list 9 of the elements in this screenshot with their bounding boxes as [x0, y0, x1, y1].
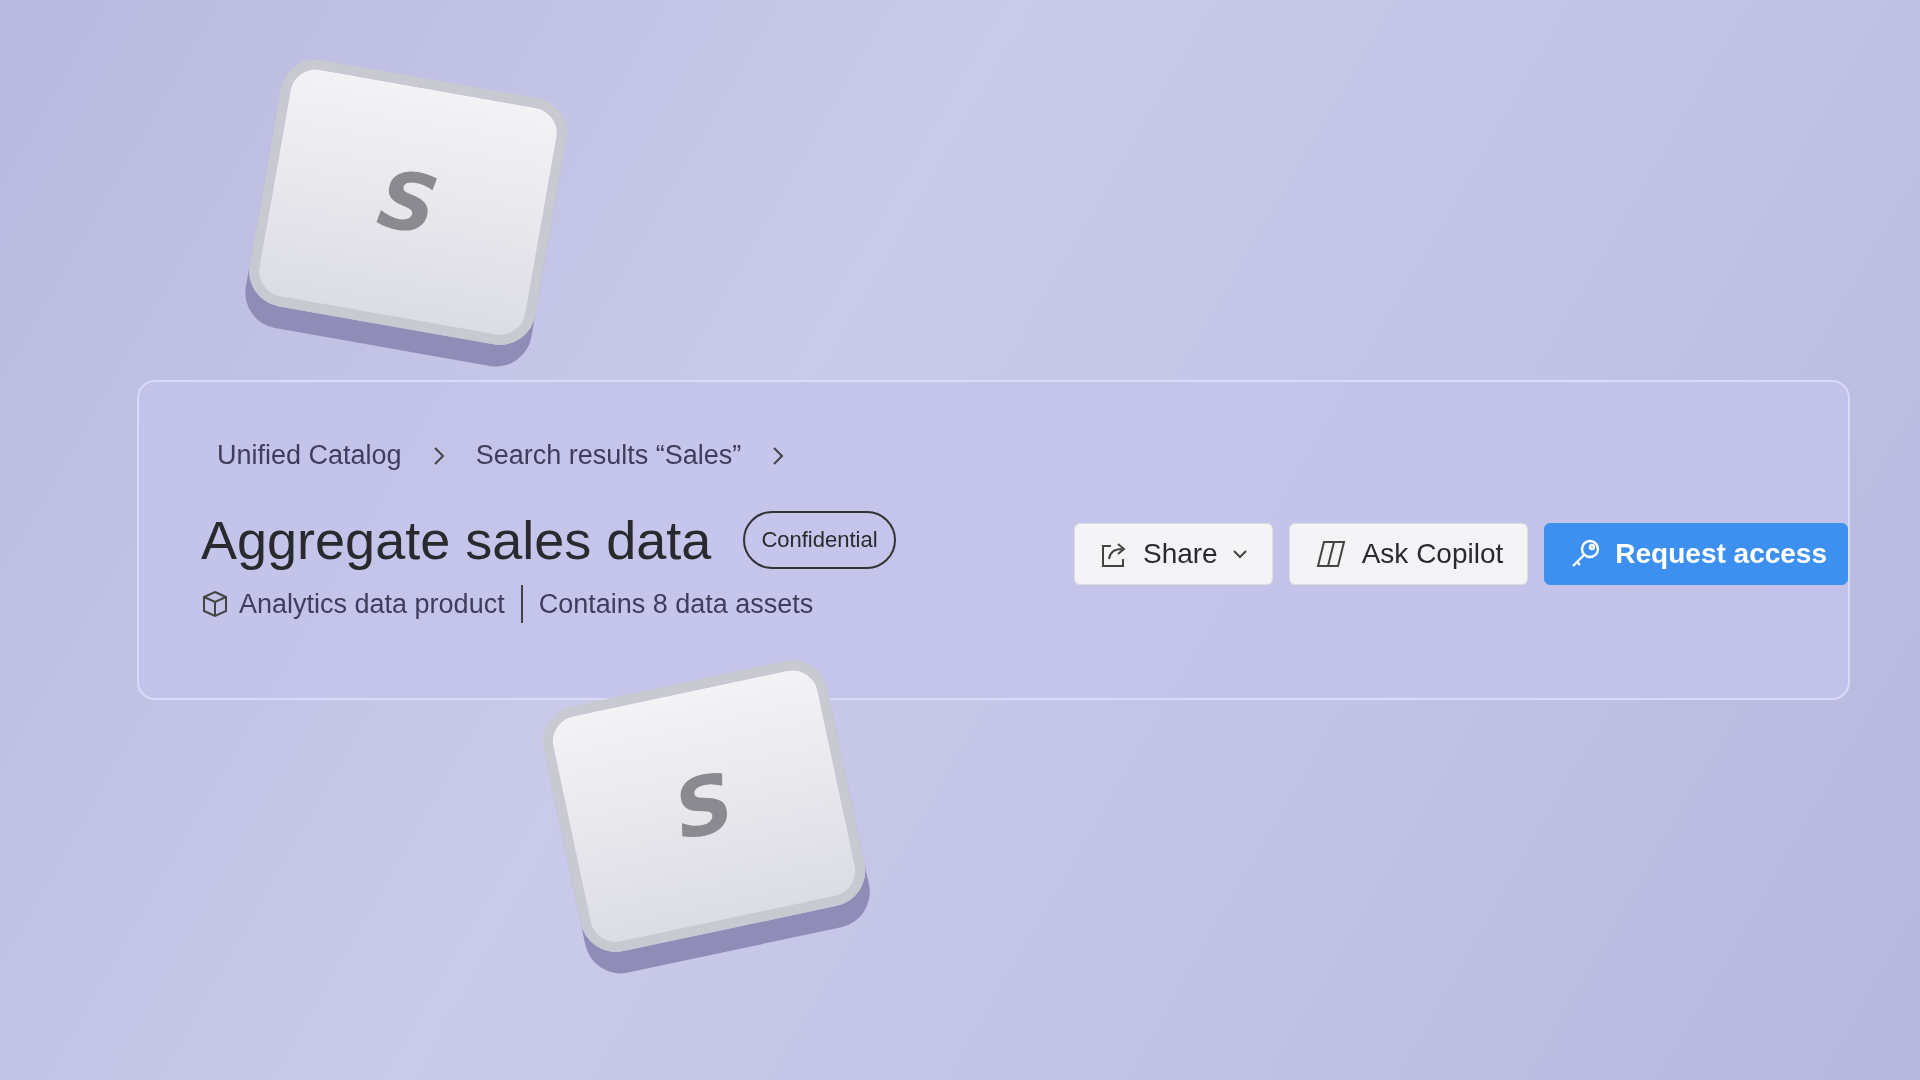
page-title: Aggregate sales data — [201, 509, 712, 571]
request-access-button[interactable]: Request access — [1544, 523, 1848, 585]
asset-count: Contains 8 data assets — [538, 588, 814, 620]
sensitivity-badge: Confidential — [743, 511, 896, 569]
ask-copilot-button[interactable]: Ask Copilot — [1288, 523, 1529, 585]
breadcrumb-link[interactable]: Search results “Sales” — [475, 440, 742, 471]
breadcrumb-link[interactable]: Unified Catalog — [217, 440, 402, 471]
product-type: Analytics data product — [239, 588, 505, 620]
share-button[interactable]: Share — [1073, 523, 1273, 585]
